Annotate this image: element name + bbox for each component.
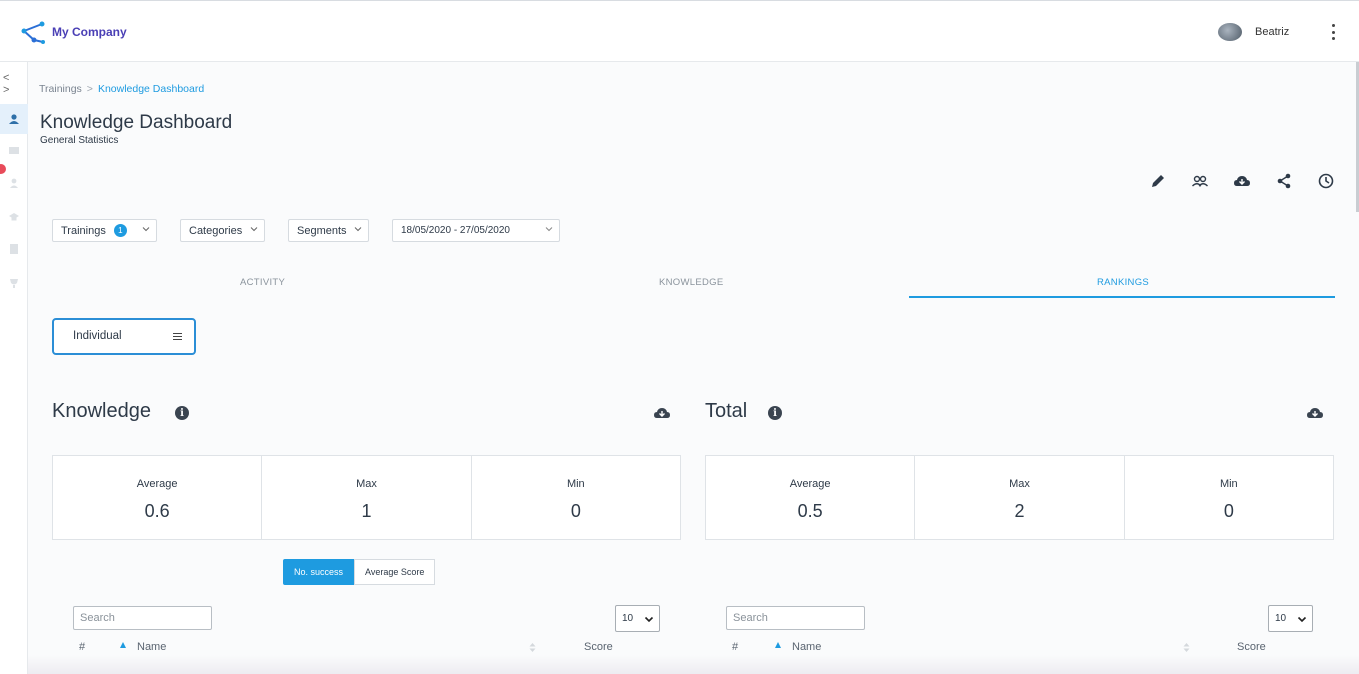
column-header-rank: #	[732, 641, 739, 653]
page-title: Knowledge Dashboard	[40, 112, 233, 133]
user-name[interactable]: Beatriz	[1255, 26, 1289, 38]
column-header-score[interactable]: Score	[1237, 641, 1266, 653]
stat-value: 0	[1223, 501, 1234, 521]
breadcrumb-separator-icon: >	[86, 83, 93, 95]
sidebar-item-dashboard[interactable]	[0, 104, 28, 134]
sort-ascending-icon[interactable]	[120, 642, 126, 648]
knowledge-section-title: Knowledge	[52, 400, 151, 422]
company-logo-icon[interactable]	[20, 20, 46, 46]
ranking-view-select[interactable]: Individual	[52, 318, 196, 355]
avatar[interactable]	[1218, 23, 1242, 41]
knowledge-stats: Average 0.6 Max 1 Min 0	[52, 455, 681, 540]
graduation-cap-icon	[9, 213, 19, 221]
cloud-download-icon[interactable]	[1306, 405, 1324, 421]
metric-toggle: No. success Average Score	[283, 559, 436, 585]
column-header-name[interactable]: Name	[137, 641, 166, 653]
cloud-download-icon[interactable]	[1233, 172, 1251, 190]
date-range-value: 18/05/2020 - 27/05/2020	[401, 225, 510, 236]
stat-value: 2	[1014, 501, 1025, 521]
breadcrumb-trainings[interactable]: Trainings	[39, 83, 82, 95]
chevron-down-icon	[545, 227, 553, 232]
chevron-down-icon	[1297, 616, 1307, 623]
tab-rankings[interactable]: RANKINGS	[1097, 277, 1149, 288]
column-header-score[interactable]: Score	[584, 641, 613, 653]
more-options-icon[interactable]	[1325, 21, 1341, 43]
sidebar-item-trainings[interactable]	[0, 202, 28, 232]
sidebar-collapse-icon[interactable]: < >	[3, 72, 27, 96]
trainings-filter[interactable]: Trainings 1	[52, 219, 157, 242]
knowledge-search-input[interactable]	[73, 606, 212, 630]
sidebar: < >	[0, 62, 28, 674]
breadcrumb: Trainings > Knowledge Dashboard	[39, 83, 204, 95]
cloud-download-icon[interactable]	[653, 405, 671, 421]
sort-ascending-icon[interactable]	[775, 642, 781, 648]
average-score-button[interactable]: Average Score	[354, 559, 436, 585]
total-stats: Average 0.5 Max 2 Min 0	[705, 455, 1334, 540]
categories-filter-label: Categories	[189, 224, 243, 237]
sidebar-item-users[interactable]	[0, 168, 28, 198]
page-size-value: 10	[622, 613, 634, 624]
stat-average: Average 0.5	[706, 456, 916, 539]
courses-icon	[9, 147, 19, 154]
stat-label: Min	[566, 478, 585, 490]
stat-value: 0	[570, 501, 581, 521]
info-icon[interactable]: i	[768, 406, 782, 420]
tab-activity[interactable]: ACTIVITY	[240, 277, 285, 288]
stat-label: Min	[1219, 478, 1238, 490]
history-icon[interactable]	[1317, 172, 1335, 190]
trainings-filter-label: Trainings	[61, 224, 106, 237]
stat-label: Max	[356, 478, 377, 490]
trainings-count-badge: 1	[113, 224, 127, 237]
top-bar: My Company Beatriz	[0, 0, 1359, 62]
stat-value: 0.6	[144, 501, 170, 521]
users-icon[interactable]	[1191, 172, 1209, 190]
stat-label: Max	[1009, 478, 1030, 490]
sidebar-item-documents[interactable]	[0, 234, 28, 264]
total-search-input[interactable]	[726, 606, 865, 630]
segments-filter-label: Segments	[297, 224, 347, 237]
ranking-view-value: Individual	[73, 330, 122, 342]
stat-label: Average	[136, 478, 178, 490]
chevron-down-icon	[142, 227, 150, 232]
tab-knowledge[interactable]: KNOWLEDGE	[659, 277, 723, 288]
stat-value: 0.5	[797, 501, 823, 521]
user-dashboard-icon	[9, 114, 19, 124]
trophy-icon	[10, 279, 18, 288]
chevron-down-icon	[644, 616, 654, 623]
menu-icon	[173, 333, 182, 340]
categories-filter[interactable]: Categories	[180, 219, 265, 242]
user-icon	[10, 178, 18, 188]
document-icon	[10, 244, 18, 254]
breadcrumb-current[interactable]: Knowledge Dashboard	[98, 83, 204, 95]
stat-label: Average	[789, 478, 831, 490]
scroll-fade	[28, 655, 1359, 674]
no-success-button[interactable]: No. success	[283, 559, 355, 585]
column-header-name[interactable]: Name	[792, 641, 821, 653]
sort-icon[interactable]	[529, 642, 536, 653]
page-size-value: 10	[1275, 613, 1287, 624]
stat-average: Average 0.6	[53, 456, 263, 539]
stat-min: Min 0	[472, 456, 680, 539]
stat-max: Max 2	[915, 456, 1125, 539]
page-subtitle: General Statistics	[40, 135, 119, 146]
sidebar-item-awards[interactable]	[0, 268, 28, 298]
info-icon[interactable]: i	[175, 406, 189, 420]
total-page-size-select[interactable]: 10	[1268, 605, 1313, 632]
edit-icon[interactable]	[1149, 172, 1167, 190]
stat-value: 1	[361, 501, 372, 521]
date-range-picker[interactable]: 18/05/2020 - 27/05/2020	[392, 219, 560, 242]
stat-max: Max 1	[262, 456, 472, 539]
brand-name[interactable]: My Company	[52, 25, 127, 39]
active-tab-indicator	[909, 296, 1335, 298]
total-section-title: Total	[705, 400, 748, 422]
chevron-down-icon	[250, 227, 258, 232]
column-header-rank: #	[79, 641, 86, 653]
knowledge-page-size-select[interactable]: 10	[615, 605, 660, 632]
stat-min: Min 0	[1125, 456, 1333, 539]
segments-filter[interactable]: Segments	[288, 219, 369, 242]
chevron-down-icon	[354, 227, 362, 232]
sort-icon[interactable]	[1183, 642, 1190, 653]
sidebar-item-courses[interactable]	[0, 136, 28, 166]
share-icon[interactable]	[1275, 172, 1293, 190]
